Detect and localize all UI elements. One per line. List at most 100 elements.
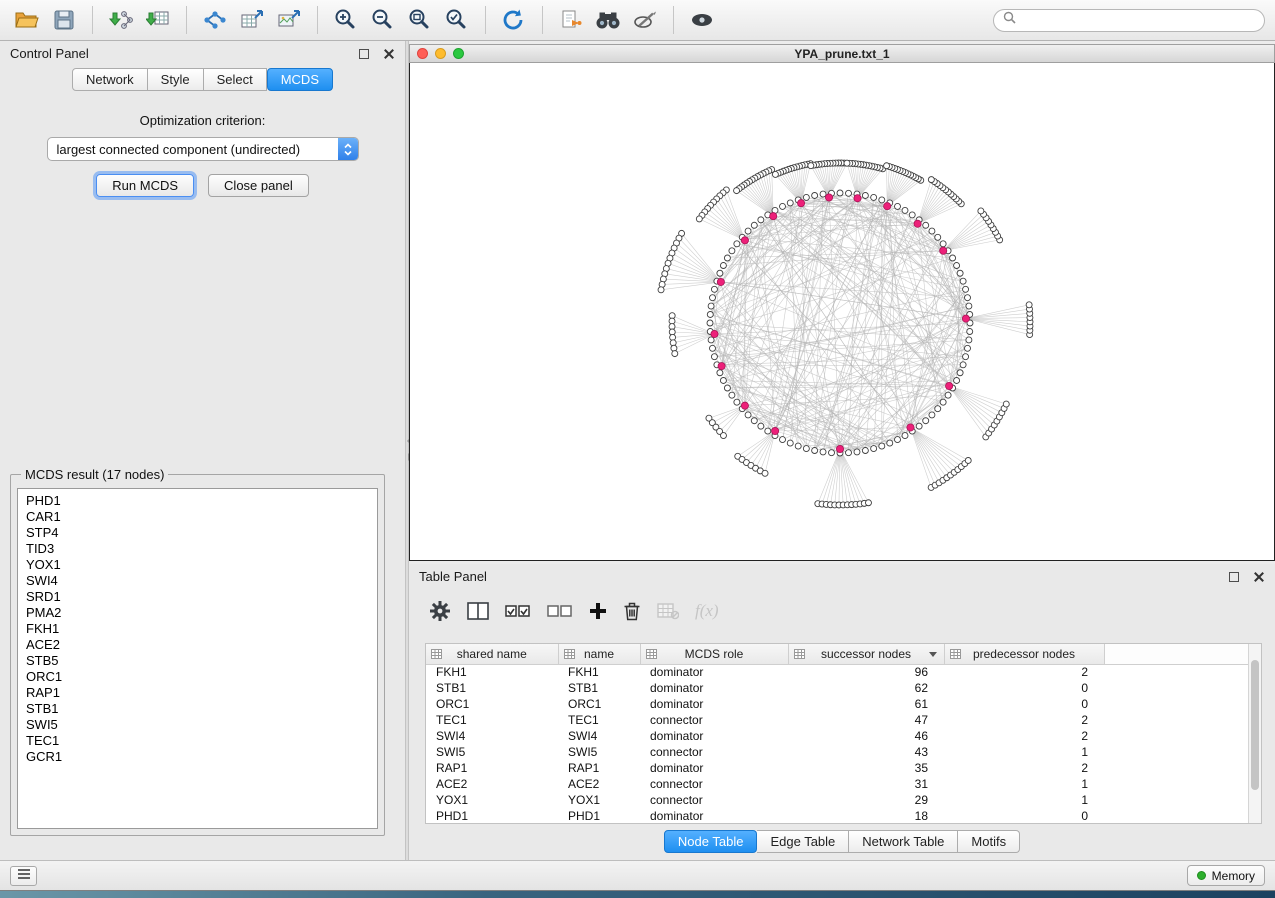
graph-dominator-node[interactable]: [914, 220, 921, 227]
table-row[interactable]: STB1STB1dominator620: [426, 680, 1248, 696]
table-cell[interactable]: dominator: [640, 680, 788, 696]
graph-dominator-node[interactable]: [718, 362, 725, 369]
graph-node[interactable]: [729, 248, 735, 254]
gear-icon[interactable]: [429, 600, 451, 622]
table-cell[interactable]: SWI4: [558, 728, 640, 744]
graph-node[interactable]: [965, 295, 971, 301]
graph-node[interactable]: [950, 255, 956, 261]
graph-node[interactable]: [803, 194, 809, 200]
column-header-predecessor-nodes[interactable]: predecessor nodes: [944, 644, 1104, 664]
table-scrollbar[interactable]: [1248, 644, 1261, 823]
graph-dominator-node[interactable]: [884, 203, 891, 210]
network-window-titlebar[interactable]: YPA_prune.txt_1: [409, 44, 1275, 63]
graph-dominator-node[interactable]: [907, 424, 914, 431]
table-cell[interactable]: 2: [944, 728, 1104, 744]
graph-node[interactable]: [923, 418, 929, 424]
tab-network[interactable]: Network: [72, 68, 148, 91]
search-input[interactable]: [1022, 12, 1255, 28]
run-mcds-button[interactable]: Run MCDS: [96, 174, 194, 197]
graph-node[interactable]: [966, 337, 972, 343]
graph-leaf-node[interactable]: [672, 351, 678, 357]
table-cell[interactable]: SWI5: [558, 744, 640, 760]
column-header-name[interactable]: name: [558, 644, 640, 664]
graph-leaf-node[interactable]: [696, 216, 702, 222]
table-row[interactable]: YOX1YOX1connector291: [426, 792, 1248, 808]
graph-leaf-node[interactable]: [978, 208, 984, 214]
table-cell[interactable]: 2: [944, 760, 1104, 776]
table-cell[interactable]: FKH1: [558, 664, 640, 680]
graph-dominator-node[interactable]: [940, 247, 947, 254]
graph-dominator-node[interactable]: [741, 402, 748, 409]
table-cell[interactable]: 0: [944, 808, 1104, 824]
table-tab-network-table[interactable]: Network Table: [849, 830, 958, 853]
table-row[interactable]: RAP1RAP1dominator352: [426, 760, 1248, 776]
graph-node[interactable]: [812, 192, 818, 198]
graph-node[interactable]: [929, 412, 935, 418]
zoom-selected-icon[interactable]: [440, 5, 474, 35]
share-network-icon[interactable]: [198, 5, 232, 35]
graph-node[interactable]: [708, 303, 714, 309]
graph-leaf-node[interactable]: [928, 177, 934, 183]
table-row[interactable]: ORC1ORC1dominator610: [426, 696, 1248, 712]
save-session-icon[interactable]: [47, 5, 81, 35]
graph-dominator-node[interactable]: [717, 278, 724, 285]
close-panel-icon[interactable]: [383, 48, 395, 60]
open-session-icon[interactable]: [10, 5, 44, 35]
select-all-icon[interactable]: [505, 602, 531, 620]
deselect-all-icon[interactable]: [547, 602, 573, 620]
graph-node[interactable]: [745, 228, 751, 234]
table-tab-motifs[interactable]: Motifs: [958, 830, 1020, 853]
search-network-icon[interactable]: [591, 5, 625, 35]
apply-style-icon[interactable]: [628, 5, 662, 35]
refresh-icon[interactable]: [497, 5, 531, 35]
graph-node[interactable]: [923, 222, 929, 228]
graph-node[interactable]: [751, 418, 757, 424]
graph-node[interactable]: [909, 212, 915, 218]
graph-node[interactable]: [765, 428, 771, 434]
table-cell[interactable]: SWI4: [426, 728, 558, 744]
graph-dominator-node[interactable]: [946, 382, 953, 389]
graph-node[interactable]: [887, 440, 893, 446]
graph-node[interactable]: [879, 197, 885, 203]
table-cell[interactable]: 29: [788, 792, 944, 808]
table-tab-node-table[interactable]: Node Table: [664, 830, 758, 853]
mcds-result-item[interactable]: STB5: [26, 653, 377, 669]
graph-node[interactable]: [966, 303, 972, 309]
graph-dominator-node[interactable]: [962, 315, 969, 322]
graph-node[interactable]: [709, 295, 715, 301]
graph-leaf-node[interactable]: [808, 163, 814, 169]
export-table-icon[interactable]: [235, 5, 269, 35]
criterion-select[interactable]: largest connected component (undirected): [47, 137, 359, 161]
scrollbar-thumb[interactable]: [1251, 660, 1259, 790]
mcds-result-item[interactable]: PMA2: [26, 605, 377, 621]
table-cell[interactable]: ACE2: [558, 776, 640, 792]
table-cell[interactable]: 2: [944, 712, 1104, 728]
graph-node[interactable]: [902, 207, 908, 213]
mcds-result-item[interactable]: STP4: [26, 525, 377, 541]
mcds-result-item[interactable]: RAP1: [26, 685, 377, 701]
table-row[interactable]: FKH1FKH1dominator962: [426, 664, 1248, 680]
table-cell[interactable]: RAP1: [426, 760, 558, 776]
graph-dominator-node[interactable]: [711, 330, 718, 337]
table-cell[interactable]: 1: [944, 792, 1104, 808]
table-row[interactable]: PHD1PHD1dominator180: [426, 808, 1248, 824]
table-cell[interactable]: 46: [788, 728, 944, 744]
column-view-icon[interactable]: [467, 602, 489, 620]
table-cell[interactable]: 18: [788, 808, 944, 824]
graph-node[interactable]: [780, 203, 786, 209]
graph-node[interactable]: [751, 222, 757, 228]
import-table-icon[interactable]: [141, 5, 175, 35]
export-image-icon[interactable]: [272, 5, 306, 35]
graph-node[interactable]: [862, 192, 868, 198]
table-tab-edge-table[interactable]: Edge Table: [757, 830, 849, 853]
graph-leaf-node[interactable]: [844, 160, 850, 166]
graph-node[interactable]: [954, 263, 960, 269]
graph-node[interactable]: [916, 423, 922, 429]
graph-node[interactable]: [707, 320, 713, 326]
close-panel-button[interactable]: Close panel: [208, 174, 309, 197]
graph-node[interactable]: [940, 241, 946, 247]
table-cell[interactable]: 0: [944, 696, 1104, 712]
show-graphics-icon[interactable]: [685, 5, 719, 35]
mcds-result-item[interactable]: YOX1: [26, 557, 377, 573]
table-cell[interactable]: connector: [640, 776, 788, 792]
